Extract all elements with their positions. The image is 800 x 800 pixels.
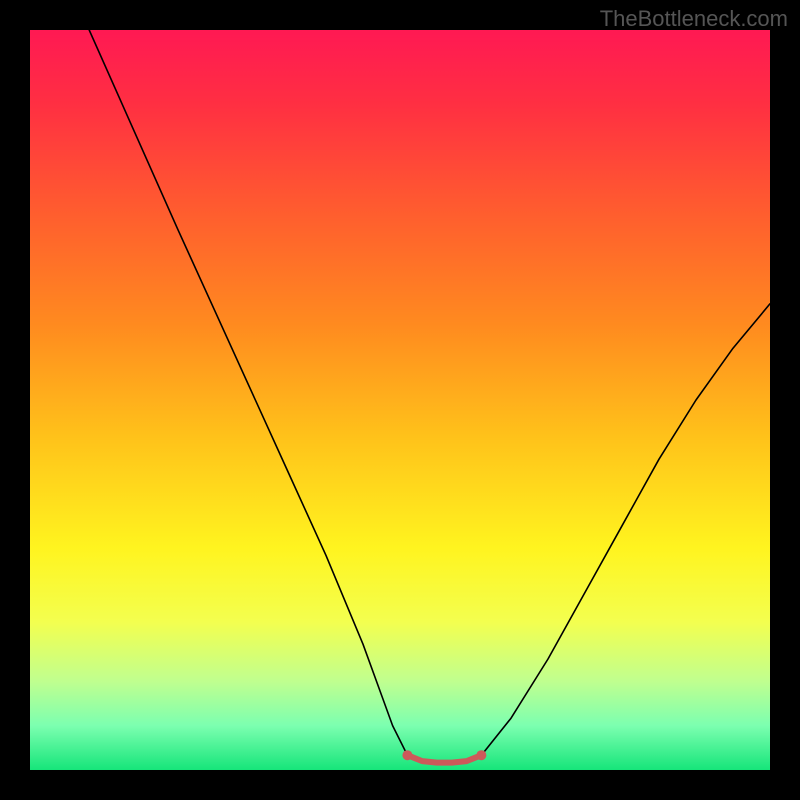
series-left-curve — [89, 30, 407, 755]
series-right-curve — [481, 304, 770, 755]
chart-frame — [30, 30, 770, 770]
chart-curves — [30, 30, 770, 770]
marker-0 — [402, 750, 412, 760]
marker-1 — [476, 750, 486, 760]
watermark-text: TheBottleneck.com — [600, 6, 788, 32]
series-bottom-flat — [407, 755, 481, 762]
